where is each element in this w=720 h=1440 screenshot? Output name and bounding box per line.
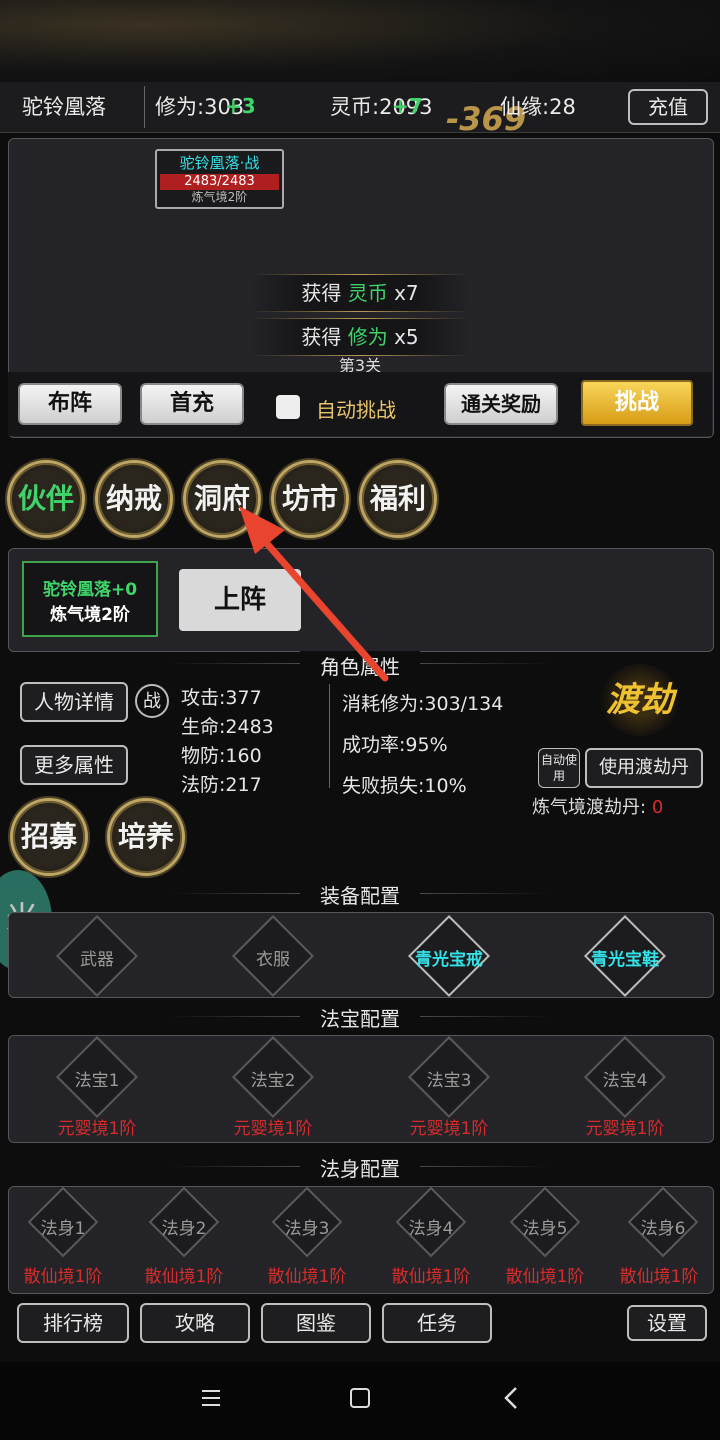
body-slot-label: 法身1	[40, 1219, 86, 1239]
enemy-hp-bar: 2483/2483	[160, 174, 279, 190]
pointer-arrow-icon	[239, 506, 389, 682]
tribulation-stats: 消耗修为:303/134 成功率:95% 失败损失:10%	[342, 684, 503, 807]
auto-battle-checkbox[interactable]	[276, 395, 300, 419]
tribulation-logo[interactable]: 渡劫	[598, 664, 682, 736]
body-requirement: 散仙境1阶	[144, 1267, 224, 1287]
body-slot-label: 法身3	[284, 1219, 330, 1239]
first-recharge-button[interactable]: 首充	[140, 383, 244, 425]
fail-loss: 失败损失:10%	[342, 775, 467, 797]
reward-line: 获得 修为 x5	[250, 318, 470, 356]
use-pill-button[interactable]: 使用渡劫丹	[585, 748, 703, 788]
treasure-title: 法宝配置	[300, 1003, 420, 1032]
enemy-card[interactable]: 驼铃凰落·战 2483/2483 炼气境2阶	[155, 149, 284, 209]
more-attributes-button[interactable]: 更多属性	[20, 745, 128, 785]
enemy-realm: 炼气境2阶	[191, 190, 248, 204]
task-button[interactable]: 任务	[382, 1303, 492, 1343]
partner-card[interactable]: 驼铃凰落+0 炼气境2阶	[22, 561, 158, 637]
challenge-button[interactable]: 挑战	[581, 380, 693, 426]
fate-stat: 仙缘:28	[500, 82, 576, 132]
menu-partner[interactable]: 伙伴	[7, 460, 85, 538]
treasure-requirement: 元婴境1阶	[409, 1119, 489, 1139]
attribute-list: 攻击:377 生命:2483 物防:160 法防:217	[181, 684, 274, 800]
body-slot-label: 法身6	[640, 1219, 686, 1239]
reward-count: x7	[394, 281, 419, 305]
train-button[interactable]: 培养	[107, 798, 185, 876]
leaderboard-button[interactable]: 排行榜	[17, 1303, 129, 1343]
pill-count-row: 炼气境渡劫丹: 0	[532, 793, 663, 819]
treasure-slot-label: 法宝3	[426, 1071, 472, 1091]
equipment-slot-label: 青光宝鞋	[591, 950, 659, 970]
hp-stat: 生命:2483	[181, 716, 274, 738]
coin-label: 灵币:	[330, 95, 380, 119]
clear-reward-button[interactable]: 通关奖励	[444, 383, 558, 425]
menu-icon[interactable]	[200, 1386, 224, 1410]
partner-name: 驼铃凰落+0	[42, 580, 138, 600]
treasure-slot-label: 法宝2	[250, 1071, 296, 1091]
coin-gain: +7	[392, 94, 423, 118]
menu-ring[interactable]: 纳戒	[95, 460, 173, 538]
body-title: 法身配置	[300, 1153, 420, 1182]
reward-prefix: 获得	[301, 281, 342, 305]
divider	[144, 86, 145, 128]
character-detail-button[interactable]: 人物详情	[20, 682, 128, 722]
home-icon[interactable]	[348, 1386, 372, 1410]
partner-realm: 炼气境2阶	[50, 605, 130, 625]
reward-item: 修为	[347, 325, 388, 349]
guide-button[interactable]: 攻略	[140, 1303, 250, 1343]
pdef-stat: 物防:160	[181, 745, 262, 767]
equipment-slot-label: 衣服	[256, 950, 290, 970]
pill-label: 炼气境渡劫丹:	[532, 797, 647, 818]
recruit-button[interactable]: 招募	[10, 798, 88, 876]
auto-battle-label: 自动挑战	[316, 398, 396, 422]
body-requirement: 散仙境1阶	[267, 1267, 347, 1287]
body-requirement: 散仙境1阶	[505, 1267, 585, 1287]
codex-button[interactable]: 图鉴	[261, 1303, 371, 1343]
body-slot-label: 法身2	[161, 1219, 207, 1239]
back-icon[interactable]	[500, 1385, 524, 1411]
body-slot-label: 法身4	[408, 1219, 454, 1239]
equipment-slot-label: 武器	[80, 950, 114, 970]
success-rate: 成功率:95%	[342, 734, 448, 756]
formation-button[interactable]: 布阵	[18, 383, 122, 425]
enemy-hp-text: 2483/2483	[184, 174, 255, 189]
equipment-slot-label: 青光宝戒	[415, 950, 483, 970]
reward-count: x5	[394, 325, 419, 349]
cultivation-label: 修为:	[155, 95, 205, 119]
cultivation-gain: +3	[225, 94, 256, 118]
treasure-requirement: 元婴境1阶	[585, 1119, 665, 1139]
reward-prefix: 获得	[301, 325, 342, 349]
cost-stat: 消耗修为:303/134	[342, 693, 504, 715]
enemy-name: 驼铃凰落·战	[179, 154, 260, 172]
fate-value: 28	[549, 95, 576, 119]
body-requirement: 散仙境1阶	[619, 1267, 699, 1287]
pill-count: 0	[651, 797, 664, 818]
equipment-title: 装备配置	[300, 880, 420, 909]
reward-line: 获得 灵币 x7	[250, 274, 470, 312]
treasure-requirement: 元婴境1阶	[57, 1119, 137, 1139]
recharge-button[interactable]: 充值	[628, 89, 708, 125]
fate-label: 仙缘:	[500, 95, 550, 119]
treasure-requirement: 元婴境1阶	[233, 1119, 313, 1139]
top-background	[0, 0, 720, 82]
body-requirement: 散仙境1阶	[391, 1267, 471, 1287]
body-slot-label: 法身5	[522, 1219, 568, 1239]
treasure-slot-label: 法宝4	[602, 1071, 648, 1091]
settings-button[interactable]: 设置	[627, 1305, 707, 1341]
player-name: 驼铃凰落	[22, 95, 106, 119]
treasure-slot-label: 法宝1	[74, 1071, 120, 1091]
divider	[329, 684, 330, 788]
body-requirement: 散仙境1阶	[23, 1267, 103, 1287]
reward-item: 灵币	[347, 281, 388, 305]
mdef-stat: 法防:217	[181, 774, 262, 796]
auto-use-toggle[interactable]: 自动使用	[538, 748, 580, 788]
battle-badge[interactable]: 战	[135, 684, 169, 718]
